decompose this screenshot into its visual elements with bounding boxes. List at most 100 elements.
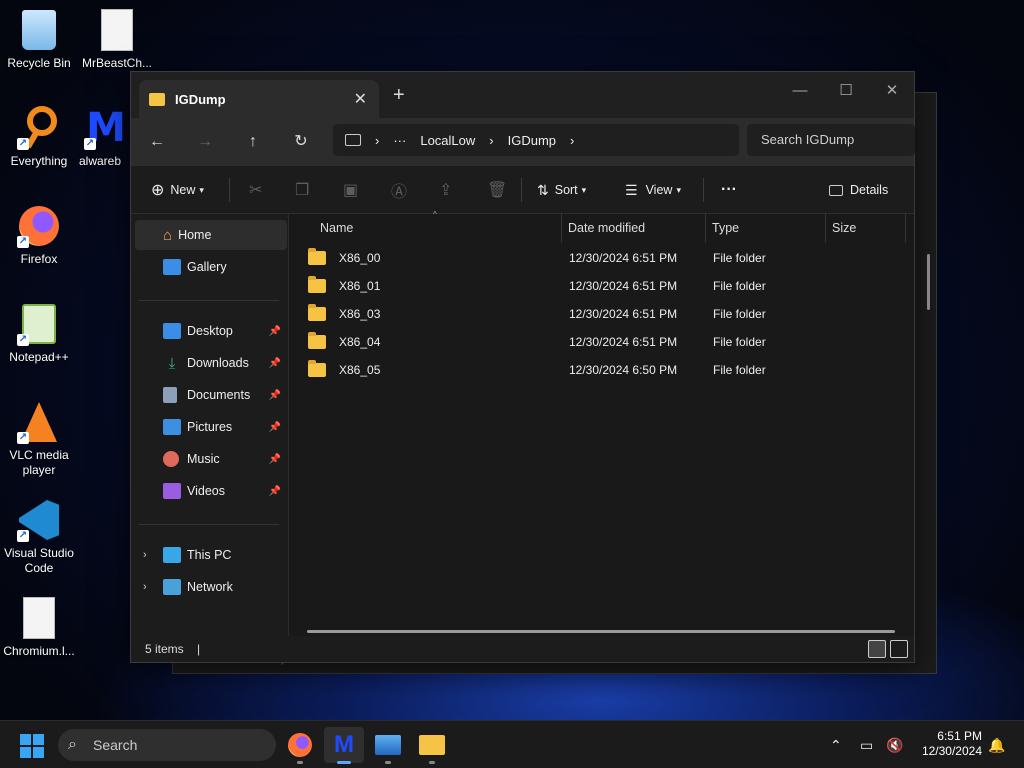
- file-date: 12/30/2024 6:50 PM: [569, 363, 678, 377]
- home-icon: ⌂: [163, 226, 173, 244]
- desktop-icon-firefox[interactable]: ↗ Firefox: [0, 204, 78, 267]
- desktop-icon-recycle-bin[interactable]: Recycle Bin: [0, 8, 78, 71]
- item-count: 5 items: [145, 642, 184, 656]
- background-scrollbar[interactable]: [927, 254, 930, 310]
- table-row[interactable]: X86_04 12/30/2024 6:51 PM File folder: [301, 328, 901, 356]
- desktop-icon: [163, 323, 181, 339]
- column-header-name[interactable]: Name: [314, 214, 562, 242]
- running-indicator: [429, 761, 435, 764]
- sidebar-item-videos[interactable]: Videos 📌: [135, 476, 287, 506]
- windows-start-icon[interactable]: [20, 734, 44, 758]
- divider: [139, 524, 279, 525]
- breadcrumb-locallow[interactable]: LocalLow: [420, 133, 475, 148]
- view-list-icon: ☰: [625, 181, 638, 198]
- column-header-type[interactable]: Type: [706, 214, 826, 242]
- tab-title: IGDump: [175, 91, 226, 107]
- breadcrumb-overflow[interactable]: ···: [393, 133, 406, 148]
- sidebar-item-home[interactable]: ⌂ Home: [135, 220, 287, 250]
- chevron-right-icon[interactable]: ›: [143, 581, 147, 593]
- taskbar-firefox[interactable]: [280, 727, 320, 764]
- file-date: 12/30/2024 6:51 PM: [569, 335, 678, 349]
- show-hidden-icons-chevron-icon[interactable]: ⌃: [830, 721, 842, 768]
- column-header-date-modified[interactable]: Date modified: [562, 214, 706, 242]
- table-row[interactable]: X86_03 12/30/2024 6:51 PM File folder: [301, 300, 901, 328]
- sidebar-item-desktop[interactable]: Desktop 📌: [135, 316, 287, 346]
- desktop-icon-everything[interactable]: ↗ Everything: [0, 106, 78, 169]
- table-row[interactable]: X86_00 12/30/2024 6:51 PM File folder: [301, 244, 901, 272]
- desktop-icon-label: Recycle Bin: [7, 56, 71, 70]
- vlc-cone-icon: ↗: [17, 400, 61, 444]
- breadcrumb-igdump[interactable]: IGDump: [508, 133, 556, 148]
- desktop-icon-chromium-file[interactable]: Chromium.l...: [0, 596, 78, 659]
- column-header-size[interactable]: Size: [826, 214, 906, 242]
- sidebar-item-label: Music: [187, 452, 220, 466]
- taskbar-search-box[interactable]: ⌕ Search: [58, 729, 276, 761]
- desktop-icon-mrbeast[interactable]: MrBeastCh...: [78, 8, 156, 71]
- table-row[interactable]: X86_01 12/30/2024 6:51 PM File folder: [301, 272, 901, 300]
- refresh-icon[interactable]: ↻: [287, 128, 315, 156]
- horizontal-scrollbar[interactable]: [307, 630, 895, 633]
- taskbar-malwarebytes[interactable]: M: [324, 727, 364, 764]
- details-button[interactable]: Details: [829, 166, 888, 214]
- cut-icon[interactable]: ✂: [249, 166, 262, 214]
- address-bar[interactable]: › ··· LocalLow › IGDump ›: [333, 124, 739, 156]
- sidebar-item-label: Documents: [187, 388, 251, 402]
- close-tab-icon[interactable]: ✕: [354, 89, 367, 109]
- desktop-icon-malwarebytes[interactable]: M ↗ Malwareb: [78, 106, 134, 169]
- file-type: File folder: [713, 335, 766, 349]
- pin-icon[interactable]: 📌: [269, 326, 281, 337]
- maximize-button[interactable]: ☐: [823, 76, 869, 106]
- sidebar-item-documents[interactable]: Documents 📌: [135, 380, 287, 410]
- desktop-icon-vlc[interactable]: ↗ VLC media player: [0, 400, 78, 478]
- rename-icon[interactable]: Ⓐ: [391, 166, 407, 214]
- desktop-icon-vscode[interactable]: ↗ Visual Studio Code: [0, 498, 78, 576]
- table-row[interactable]: X86_05 12/30/2024 6:50 PM File folder: [301, 356, 901, 384]
- everything-magnifier-icon: ↗: [17, 106, 61, 150]
- view-button[interactable]: ☰ View ▾: [625, 166, 681, 214]
- search-input[interactable]: Search IGDump: [747, 124, 915, 156]
- notification-bell-icon[interactable]: 🔔: [988, 721, 1005, 768]
- tab-igdump[interactable]: IGDump ✕: [139, 80, 379, 118]
- navigation-bar: ← → ↑ ↻ › ··· LocalLow › IGDump › Search…: [131, 118, 915, 166]
- copy-icon[interactable]: ❐: [295, 166, 309, 214]
- sidebar-item-pictures[interactable]: Pictures 📌: [135, 412, 287, 442]
- new-tab-button[interactable]: +: [393, 84, 405, 107]
- desktop-icon-notepadpp[interactable]: ↗ Notepad++: [0, 302, 78, 365]
- sidebar-item-label: Downloads: [187, 356, 249, 370]
- up-arrow-icon[interactable]: ↑: [239, 128, 267, 156]
- sidebar-item-gallery[interactable]: Gallery: [135, 252, 287, 282]
- sidebar-item-network[interactable]: › Network: [135, 572, 287, 602]
- forward-arrow-icon[interactable]: →: [191, 128, 219, 156]
- more-options-button[interactable]: ···: [721, 166, 737, 214]
- chevron-right-icon[interactable]: ›: [143, 549, 147, 561]
- sort-button[interactable]: ⇅ Sort ▾: [537, 166, 586, 214]
- pin-icon[interactable]: 📌: [269, 390, 281, 401]
- taskbar-file-explorer[interactable]: [412, 727, 452, 764]
- details-view-icon[interactable]: [868, 640, 886, 658]
- plus-circle-icon: ⊕: [151, 182, 165, 199]
- minimize-button[interactable]: —: [777, 76, 823, 106]
- network-icon[interactable]: ▭: [860, 721, 873, 768]
- status-bar: 5 items |: [131, 636, 914, 662]
- malwarebytes-icon: M: [334, 731, 354, 758]
- delete-icon[interactable]: 🗑: [487, 166, 507, 214]
- tiles-view-icon[interactable]: [890, 640, 908, 658]
- sidebar-item-this-pc[interactable]: › This PC: [135, 540, 287, 570]
- new-button[interactable]: ⊕ New ▾: [151, 166, 204, 214]
- running-indicator: [297, 761, 303, 764]
- pin-icon[interactable]: 📌: [269, 454, 281, 465]
- paste-icon[interactable]: ▣: [343, 166, 358, 214]
- file-list: ^ Name Date modified Type Size X86_00 12…: [289, 210, 914, 639]
- taskbar-resource-monitor[interactable]: [368, 727, 408, 764]
- close-button[interactable]: ✕: [869, 76, 915, 106]
- clock[interactable]: 6:51 PM 12/30/2024: [912, 729, 982, 759]
- share-icon[interactable]: ⇪: [439, 166, 452, 214]
- recycle-bin-icon: [17, 8, 61, 52]
- back-arrow-icon[interactable]: ←: [143, 128, 171, 156]
- pin-icon[interactable]: 📌: [269, 422, 281, 433]
- sidebar-item-downloads[interactable]: ⤓ Downloads 📌: [135, 348, 287, 378]
- pin-icon[interactable]: 📌: [269, 486, 281, 497]
- volume-muted-icon[interactable]: 🔇: [886, 721, 903, 768]
- pin-icon[interactable]: 📌: [269, 358, 281, 369]
- sidebar-item-music[interactable]: Music 📌: [135, 444, 287, 474]
